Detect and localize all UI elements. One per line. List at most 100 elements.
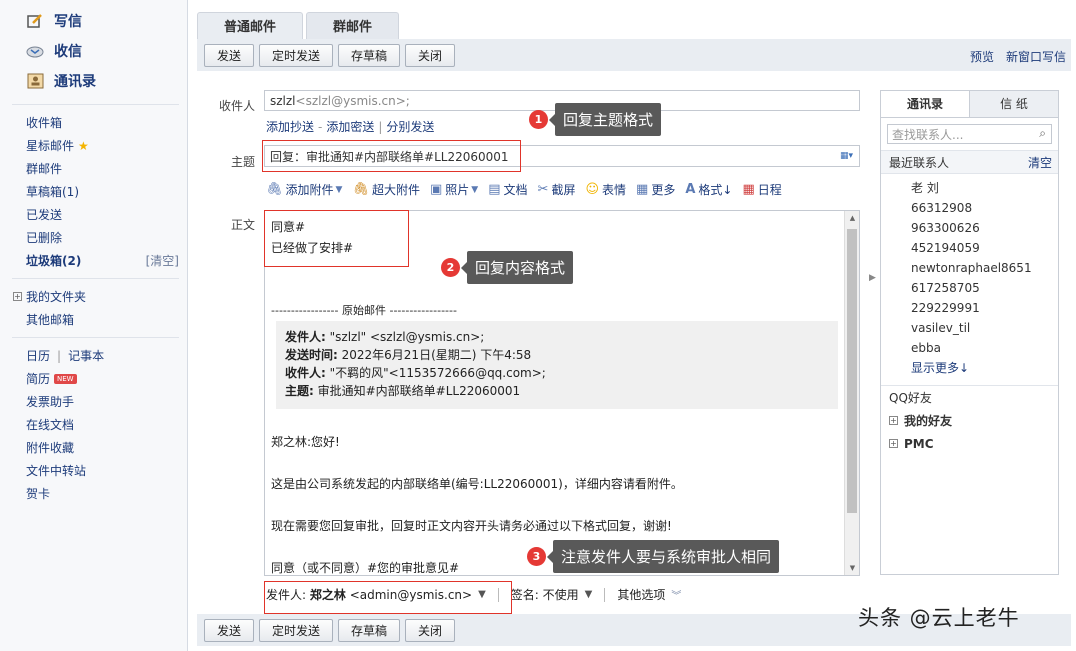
- folder-starred[interactable]: 星标邮件 ★: [0, 134, 187, 157]
- expand-icon[interactable]: +: [13, 292, 22, 301]
- tool-file-transfer[interactable]: 文件中转站: [0, 459, 187, 482]
- chevron-down-icon[interactable]: ▼: [471, 185, 478, 195]
- new-badge: NEW: [54, 373, 77, 384]
- more-label: 更多: [651, 183, 676, 197]
- folder-inbox[interactable]: 收件箱: [0, 111, 187, 134]
- tab-stationery[interactable]: 信 纸: [970, 91, 1058, 117]
- new-window-link[interactable]: 新窗口写信: [1006, 48, 1066, 65]
- scroll-up-icon[interactable]: ▲: [845, 214, 859, 222]
- tab-contacts[interactable]: 通讯录: [881, 91, 970, 117]
- save-draft-button-bottom[interactable]: 存草稿: [338, 618, 401, 642]
- tool-attachment-favorites[interactable]: 附件收藏: [0, 436, 187, 459]
- annotation-label: 回复主题格式: [548, 103, 662, 136]
- contact-item[interactable]: newtonraphael8651: [881, 258, 1058, 278]
- save-draft-button[interactable]: 存草稿: [338, 43, 401, 67]
- expand-icon[interactable]: +: [889, 416, 898, 425]
- subject-style-dropdown-icon[interactable]: ▦▾: [840, 151, 853, 161]
- doc-button[interactable]: ▤ 文档: [488, 181, 527, 198]
- right-panel: 通讯录 信 纸 查找联系人... ⌕ 最近联系人 清空 老 刘 66312908…: [880, 90, 1059, 575]
- folder-trash[interactable]: 垃圾箱(2) [清空]: [0, 249, 187, 272]
- close-button-bottom[interactable]: 关闭: [405, 618, 456, 642]
- compose-link[interactable]: 写信: [0, 6, 187, 36]
- orig-subject-label: 主题:: [285, 384, 314, 398]
- folder-sent[interactable]: 已发送: [0, 203, 187, 226]
- tool-online-docs[interactable]: 在线文档: [0, 413, 187, 436]
- timed-send-button-bottom[interactable]: 定时发送: [259, 618, 334, 642]
- doc-label: 文档: [503, 183, 528, 197]
- other-options-link[interactable]: 其他选项: [617, 586, 665, 603]
- collapse-panel-icon[interactable]: ▶: [869, 273, 876, 283]
- other-mail-link[interactable]: 其他邮箱: [0, 308, 187, 331]
- timed-send-button[interactable]: 定时发送: [259, 43, 334, 67]
- signature-dropdown-icon[interactable]: ▼: [585, 589, 593, 600]
- inbox-link[interactable]: 收信: [0, 36, 187, 66]
- recipient-email: <szlzl@ysmis.cn>;: [295, 93, 410, 108]
- qq-friends-header: QQ好友: [881, 385, 1058, 409]
- emoji-button[interactable]: ☺ 表情: [585, 181, 626, 198]
- tool-invoice[interactable]: 发票助手: [0, 390, 187, 413]
- contact-item[interactable]: 963300626: [881, 218, 1058, 238]
- inbox-icon: [26, 43, 44, 59]
- chevron-down-icon[interactable]: ▼: [336, 185, 343, 195]
- sender-dropdown-icon[interactable]: ▼: [478, 589, 486, 600]
- close-button[interactable]: 关闭: [405, 43, 456, 67]
- folder-label: 群邮件: [26, 162, 63, 176]
- clear-recent-link[interactable]: 清空: [1028, 154, 1052, 171]
- resume-link[interactable]: 简历 NEW: [0, 367, 187, 390]
- contact-item[interactable]: ebba: [881, 338, 1058, 358]
- contact-item[interactable]: 452194059: [881, 238, 1058, 258]
- send-button[interactable]: 发送: [204, 43, 255, 67]
- folder-deleted[interactable]: 已删除: [0, 226, 187, 249]
- signature-value[interactable]: 不使用: [543, 586, 579, 603]
- photo-label: 照片: [445, 183, 470, 197]
- original-mail-header: 发件人: "szlzl" <szlzl@ysmis.cn>; 发送时间: 202…: [276, 321, 838, 409]
- format-button[interactable]: A 格式↓: [685, 181, 732, 198]
- subject-input[interactable]: 回复：审批通知#内部联络单#LL22060001 ▦▾: [264, 145, 860, 167]
- add-bcc-link[interactable]: 添加密送: [326, 118, 374, 135]
- body-scrollbar[interactable]: ▲ ▼: [844, 211, 859, 575]
- contact-item[interactable]: vasilev_til: [881, 318, 1058, 338]
- search-icon[interactable]: ⌕: [1039, 126, 1046, 141]
- folder-group-mail[interactable]: 群邮件: [0, 157, 187, 180]
- big-attach-button[interactable]: 🖇 超大附件: [352, 181, 420, 198]
- show-more-link[interactable]: 显示更多↓: [881, 358, 1058, 378]
- body-label: 正文: [231, 218, 256, 232]
- sender-email[interactable]: <admin@ysmis.cn>: [350, 588, 472, 602]
- group-my-friends[interactable]: + 我的好友: [881, 409, 1058, 432]
- attach-button[interactable]: 🖇 添加附件 ▼: [266, 181, 342, 198]
- schedule-button[interactable]: ▦ 日程: [742, 181, 781, 198]
- contact-search-input[interactable]: 查找联系人... ⌕: [887, 124, 1052, 144]
- contact-item[interactable]: 老 刘: [881, 178, 1058, 198]
- calendar-link[interactable]: 日历: [26, 347, 50, 364]
- group-pmc[interactable]: + PMC: [881, 432, 1058, 455]
- send-button-bottom[interactable]: 发送: [204, 618, 255, 642]
- scroll-thumb[interactable]: [847, 229, 857, 513]
- expand-icon[interactable]: +: [889, 439, 898, 448]
- tab-group-mail[interactable]: 群邮件: [306, 12, 400, 39]
- smiley-icon: ☺: [585, 182, 600, 197]
- preview-link[interactable]: 预览: [970, 48, 994, 65]
- contact-item[interactable]: 66312908: [881, 198, 1058, 218]
- emoji-label: 表情: [602, 183, 627, 197]
- crop-icon: ✂: [537, 182, 549, 197]
- sender-name[interactable]: 郑之林: [310, 586, 346, 603]
- my-folders-link[interactable]: + 我的文件夹: [0, 285, 187, 308]
- double-chevron-down-icon[interactable]: ︾: [671, 587, 681, 602]
- notes-link[interactable]: 记事本: [68, 347, 104, 364]
- orig-time-label: 发送时间:: [285, 348, 338, 362]
- tool-greeting-card[interactable]: 贺卡: [0, 482, 187, 505]
- scroll-down-icon[interactable]: ▼: [845, 564, 859, 572]
- folder-drafts[interactable]: 草稿箱(1): [0, 180, 187, 203]
- add-cc-link[interactable]: 添加抄送: [266, 118, 314, 135]
- tab-normal-mail[interactable]: 普通邮件: [197, 12, 304, 39]
- annotation-number: 3: [527, 547, 546, 566]
- contacts-link[interactable]: 通讯录: [0, 66, 187, 96]
- contact-item[interactable]: 229229991: [881, 298, 1058, 318]
- contact-item[interactable]: 617258705: [881, 278, 1058, 298]
- clear-trash-link[interactable]: [清空]: [146, 252, 179, 269]
- more-button[interactable]: ▦ 更多: [636, 181, 675, 198]
- photo-button[interactable]: ▣ 照片 ▼: [430, 181, 478, 198]
- separate-send-link[interactable]: 分别发送: [386, 118, 434, 135]
- screenshot-button[interactable]: ✂ 截屏: [538, 181, 576, 198]
- tool-label: 发票助手: [26, 395, 75, 409]
